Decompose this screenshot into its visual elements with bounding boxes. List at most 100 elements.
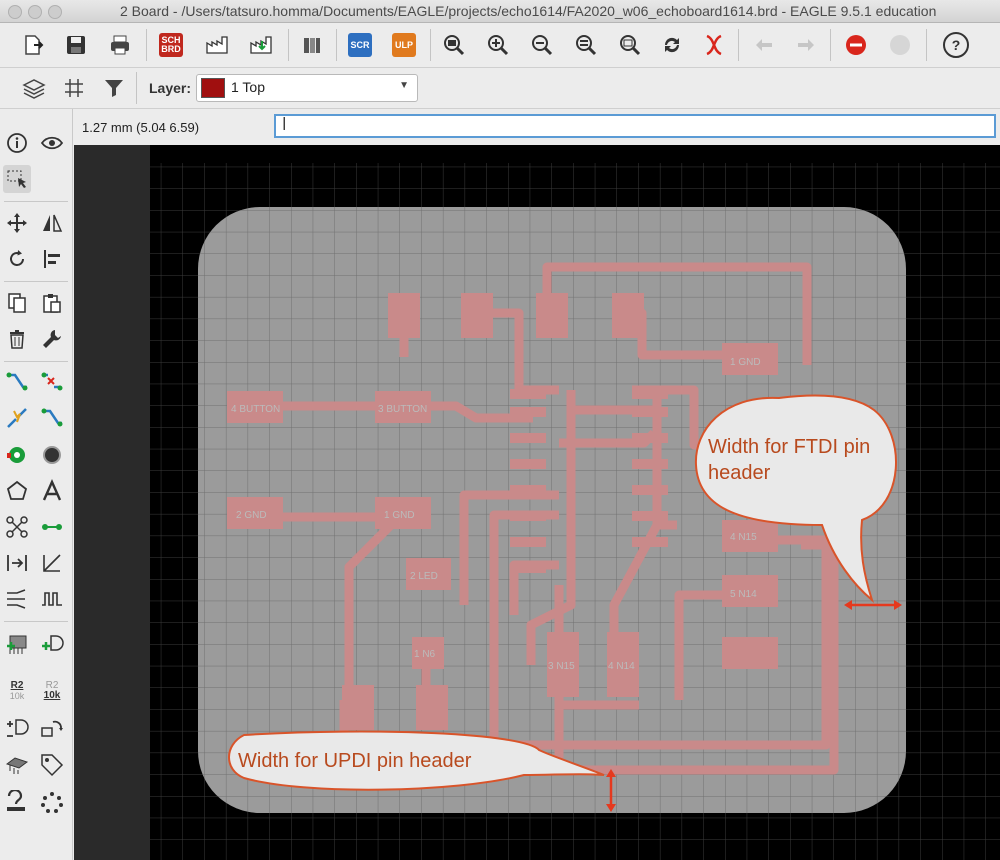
zoom-in-icon[interactable] (482, 29, 514, 61)
info-icon[interactable] (3, 129, 31, 157)
delete-icon[interactable] (3, 325, 31, 353)
command-bar: 1.27 mm (5.04 6.59) | (74, 109, 1000, 145)
polygon-icon[interactable] (3, 477, 31, 505)
split-icon[interactable] (3, 585, 31, 613)
redraw-icon[interactable] (656, 29, 688, 61)
coordinate-readout: 1.27 mm (5.04 6.59) (82, 120, 200, 135)
close-window-button[interactable] (8, 5, 22, 19)
change-wrench-icon[interactable] (38, 325, 66, 353)
pad-label: 1 N6 (414, 649, 436, 660)
tag-icon[interactable] (38, 751, 66, 779)
pad-label: 3 BUTTON (378, 404, 427, 415)
layer-label: Layer: (149, 80, 192, 96)
main-toolbar: SCH BRD SCR ULP ? (0, 23, 1000, 68)
zoom-select-icon[interactable] (614, 29, 646, 61)
ulp-label: ULP (392, 33, 416, 57)
pad (612, 293, 644, 338)
add-part-icon[interactable] (3, 631, 31, 659)
group-select-icon[interactable] (3, 165, 31, 193)
pad-label: 4 N14 (608, 661, 635, 672)
tool-panel: R2 10k R2 10k (0, 109, 73, 860)
move-icon[interactable] (3, 209, 31, 237)
layer-select[interactable]: 1 Top ▼ (196, 74, 418, 102)
chevron-down-icon: ▼ (399, 80, 409, 91)
align-icon[interactable] (38, 245, 66, 273)
zoom-previous-icon[interactable] (570, 29, 602, 61)
copy-icon[interactable] (3, 289, 31, 317)
stop-icon[interactable] (840, 29, 872, 61)
ftdi-callout-text: Width for FTDI pin header (708, 434, 870, 486)
layers-icon[interactable] (18, 72, 50, 104)
rotate-icon[interactable] (3, 245, 31, 273)
pad (388, 293, 420, 338)
signal-icon[interactable] (3, 513, 31, 541)
script-button[interactable]: SCR (344, 29, 376, 61)
undo-icon[interactable] (748, 29, 780, 61)
value-value-label: 10k (9, 691, 25, 701)
route-icon[interactable] (3, 369, 31, 397)
board-canvas[interactable]: 4 BUTTON 3 BUTTON 2 GND 1 GND 1 GND 4 N1… (74, 145, 1000, 860)
library-icon[interactable] (296, 29, 328, 61)
ftdi-callout-line2: header (708, 462, 771, 484)
layer-select-value: 1 Top (231, 79, 265, 95)
pad-label: 3 N15 (548, 661, 575, 672)
pad-label: 2 GND (236, 510, 267, 521)
meander-icon[interactable] (38, 585, 66, 613)
optimize-route-icon[interactable] (38, 405, 66, 433)
board-drawing: 4 BUTTON 3 BUTTON 2 GND 1 GND 1 GND 4 N1… (74, 145, 1000, 860)
command-input[interactable]: | (274, 114, 996, 138)
redo-icon[interactable] (790, 29, 822, 61)
paste-icon[interactable] (38, 289, 66, 317)
grid-icon[interactable] (58, 72, 90, 104)
manufacturing-icon[interactable] (246, 29, 278, 61)
pad-label: 1 GND (384, 510, 415, 521)
pad (722, 637, 778, 669)
pad-label: 2 LED (410, 571, 438, 582)
mirror-icon[interactable] (38, 209, 66, 237)
zoom-window-button[interactable] (48, 5, 62, 19)
pad (416, 685, 448, 730)
sch-brd-switch-icon[interactable]: SCH BRD (155, 29, 187, 61)
hole-icon[interactable] (38, 441, 66, 469)
value-tool[interactable]: R2 10k (3, 677, 31, 705)
help-button[interactable]: ? (940, 29, 972, 61)
pad (342, 685, 374, 730)
save-icon[interactable] (60, 29, 92, 61)
layer-color-swatch (201, 78, 225, 98)
ulp-button[interactable]: ULP (388, 29, 420, 61)
miter-icon[interactable] (38, 549, 66, 577)
window-title: 2 Board - /Users/tatsuro.homma/Documents… (120, 3, 937, 19)
scr-label: SCR (348, 33, 372, 57)
add-gate-icon[interactable] (38, 631, 66, 659)
show-eye-icon[interactable] (38, 129, 66, 157)
ripup-icon[interactable] (38, 369, 66, 397)
ratsnest-icon[interactable] (698, 29, 730, 61)
help-icon: ? (943, 32, 969, 58)
name-tool[interactable]: R2 10k (38, 677, 66, 705)
via-icon[interactable] (3, 441, 31, 469)
open-icon[interactable] (18, 29, 50, 61)
value-name-label: R2 (10, 680, 24, 691)
replace-gate-icon[interactable] (3, 715, 31, 743)
attribute-icon[interactable] (3, 549, 31, 577)
pad-label: 5 N14 (730, 589, 757, 600)
minimize-window-button[interactable] (28, 5, 42, 19)
cam-processor-icon[interactable] (202, 29, 234, 61)
filter-icon[interactable] (98, 72, 130, 104)
zoom-out-icon[interactable] (526, 29, 558, 61)
package-icon[interactable] (3, 751, 31, 779)
ratsnest-dots-icon[interactable] (38, 789, 66, 817)
text-icon[interactable] (38, 477, 66, 505)
smash-icon[interactable] (3, 789, 31, 817)
wire-icon[interactable] (38, 513, 66, 541)
name-value-label: 10k (43, 690, 61, 701)
pad (536, 293, 568, 338)
swap-icon[interactable] (38, 715, 66, 743)
updi-callout-text: Width for UPDI pin header (238, 750, 472, 772)
zoom-fit-icon[interactable] (438, 29, 470, 61)
autorouter-icon[interactable] (3, 405, 31, 433)
print-icon[interactable] (104, 29, 136, 61)
window-title-bar: 2 Board - /Users/tatsuro.homma/Documents… (0, 0, 1000, 23)
go-icon[interactable] (884, 29, 916, 61)
pad (461, 293, 493, 338)
